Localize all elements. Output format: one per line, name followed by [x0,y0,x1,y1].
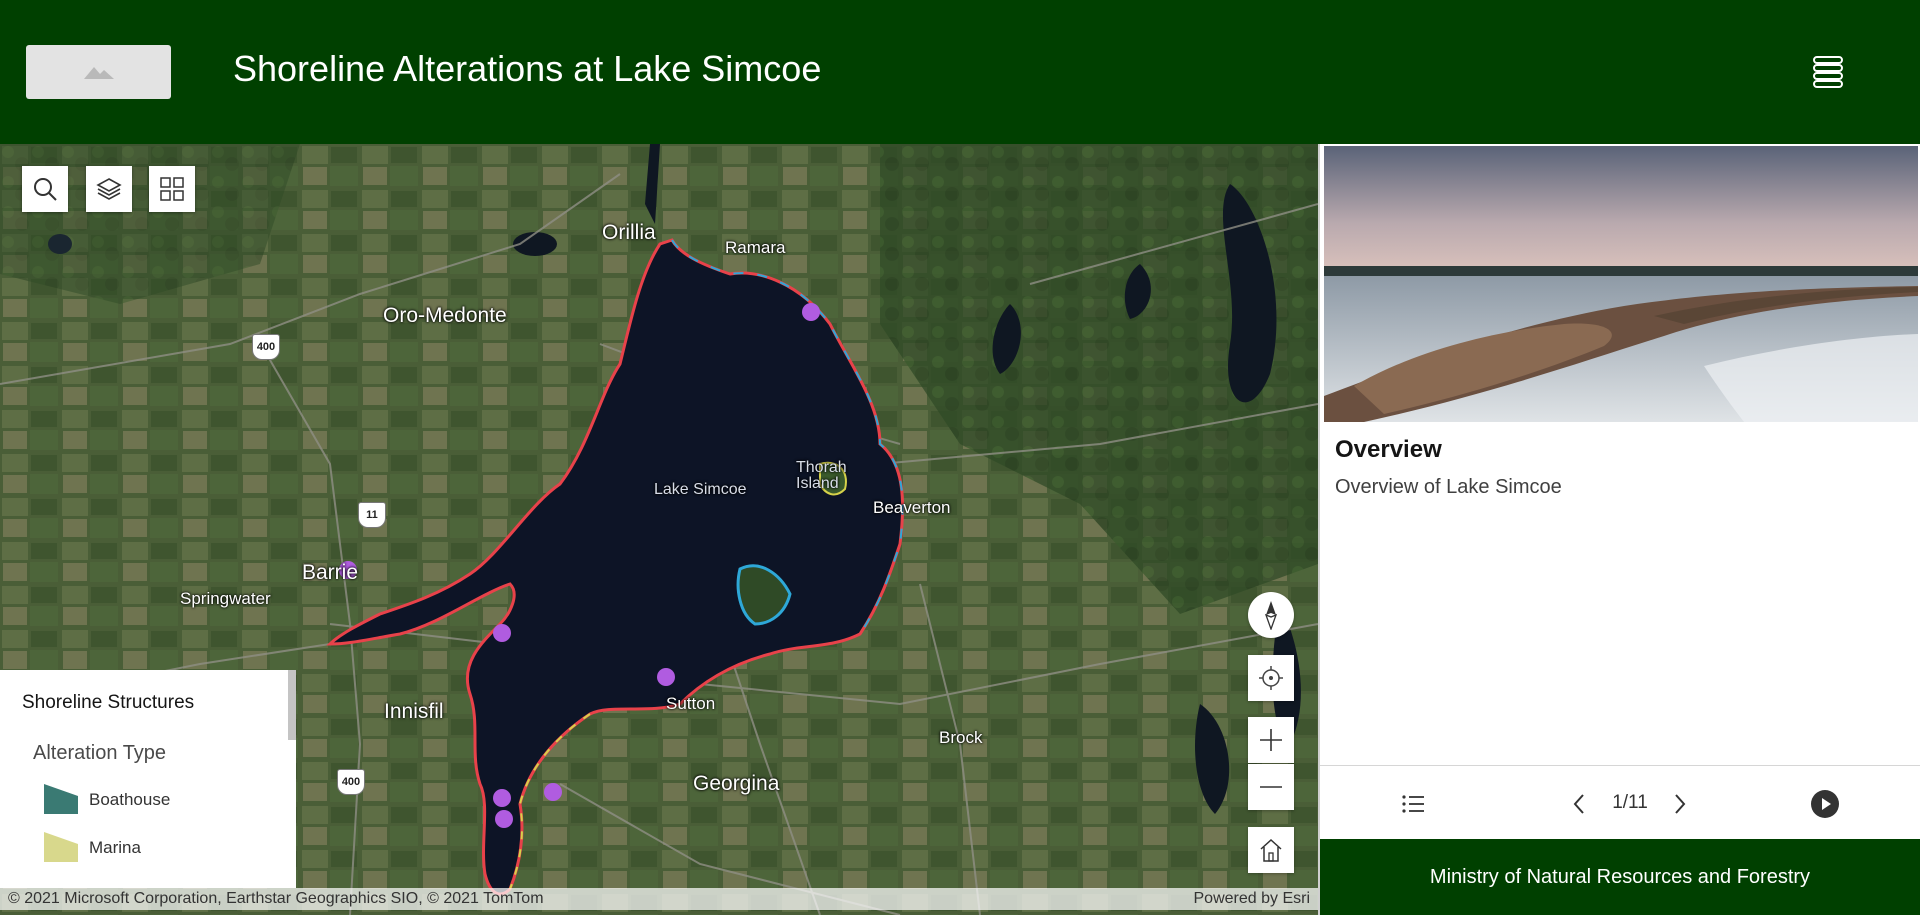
zoom-in-button[interactable] [1248,717,1294,763]
boathouse-swatch [44,784,78,814]
place-label-georgina: Georgina [693,772,780,795]
attribution-text: © 2021 Microsoft Corporation, Earthstar … [8,890,544,907]
chevron-left-icon [1573,794,1584,814]
autoplay-button[interactable] [1807,786,1843,822]
search-button[interactable] [22,166,68,212]
place-label-springwater: Springwater [180,589,271,608]
highway-11-shield: 11 [358,502,386,528]
lake-shoreline-image [1324,146,1918,422]
place-label-orillia: Orillia [602,221,656,244]
logo [26,45,171,99]
table-of-contents-button[interactable] [1395,786,1431,822]
map-attribution: © 2021 Microsoft Corporation, Earthstar … [0,888,1318,910]
previous-button[interactable] [1561,786,1597,822]
zoom-in-icon [1260,729,1282,751]
image-placeholder-icon [84,67,114,79]
footer-text: Ministry of Natural Resources and Forest… [1429,866,1811,888]
place-label-thorah-island: Thorah Island [796,459,847,492]
layers-icon [96,178,122,200]
app-title: Shoreline Alterations at Lake Simcoe [233,48,822,89]
compass-button[interactable] [1248,592,1294,638]
legend-label-boathouse: Boathouse [89,790,171,809]
place-label-brock: Brock [939,728,983,747]
powered-by-esri[interactable]: Powered by Esri [1194,890,1311,908]
legend-title: Shoreline Structures [22,692,195,713]
next-button[interactable] [1662,786,1698,822]
basemap-gallery-icon [160,177,184,201]
place-label-sutton: Sutton [666,694,716,713]
place-label-innisfil: Innisfil [384,700,444,723]
list-icon [1402,795,1424,813]
legend-panel: Shoreline Structures Alteration Type Boa… [0,670,296,888]
highway-400-south-shield: 400 [337,769,365,795]
marina-swatch [44,832,78,862]
layers-button[interactable] [86,166,132,212]
menu-icon [1813,56,1843,88]
highway-400-shield: 400 [252,334,280,360]
legend-subtitle: Alteration Type [33,742,167,764]
chevron-right-icon [1675,794,1686,814]
zoom-out-button[interactable] [1248,764,1294,810]
legend-label-marina: Marina [89,838,141,857]
app-header: Shoreline Alterations at Lake Simcoe [0,0,1920,144]
place-label-ramara: Ramara [725,238,786,257]
card-subtitle: Overview of Lake Simcoe [1335,476,1562,498]
home-icon [1260,838,1282,862]
card-title: Overview [1335,436,1442,463]
basemap-gallery-button[interactable] [149,166,195,212]
zoom-out-icon [1260,786,1282,788]
menu-button[interactable] [1808,52,1848,92]
locate-icon [1259,666,1283,690]
place-label-lake-simcoe: Lake Simcoe [654,481,747,498]
overview-photo [1324,146,1918,422]
place-label-barrie: Barrie [302,561,359,584]
play-icon [1811,790,1839,818]
story-panel: Overview Overview of Lake Simcoe 1/11 [1318,144,1920,915]
place-label-beaverton: Beaverton [873,498,951,517]
search-icon [34,178,57,201]
legend-scrollbar[interactable] [288,670,296,740]
locate-button[interactable] [1248,655,1294,701]
page-indicator: 1/11 [1612,792,1648,813]
panel-footer: Ministry of Natural Resources and Forest… [1320,839,1920,915]
place-label-oro-medonte: Oro-Medonte [383,304,507,327]
compass-icon [1264,601,1278,630]
panel-divider [1320,765,1920,766]
home-button[interactable] [1248,827,1294,873]
